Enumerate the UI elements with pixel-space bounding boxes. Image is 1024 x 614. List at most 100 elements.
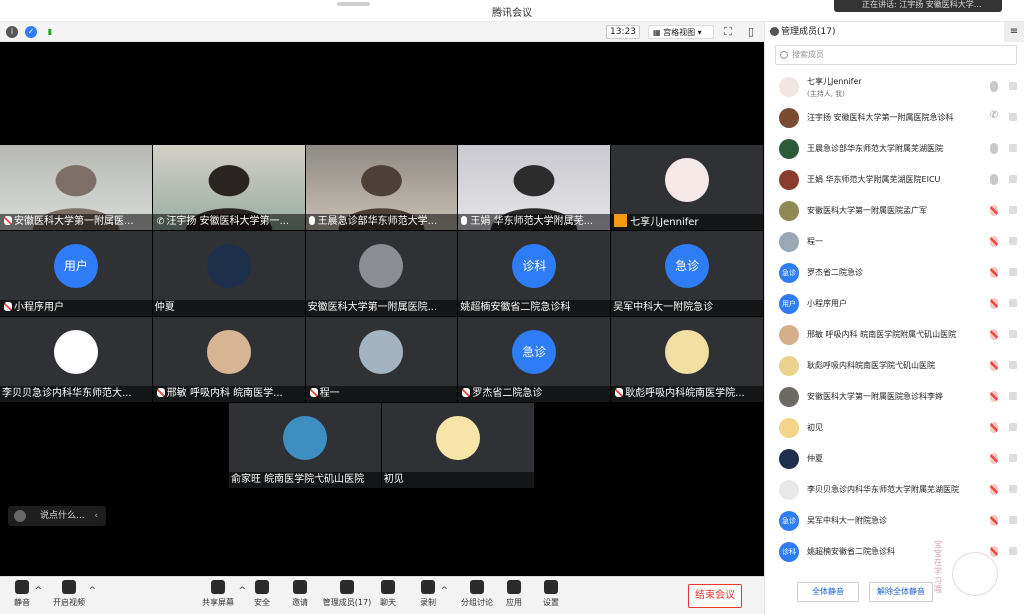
mute-all-button[interactable]: 全体静音	[797, 582, 859, 602]
member-row[interactable]: 仲夏	[765, 444, 1024, 474]
mic-muted-icon[interactable]	[990, 515, 998, 526]
mic-muted-icon[interactable]	[990, 453, 998, 464]
chevron-up-icon[interactable]: ^	[34, 586, 42, 596]
camera-icon[interactable]	[1009, 299, 1017, 307]
member-row[interactable]: 王晨急诊部华东师范大学附属芜湖医院	[765, 134, 1024, 164]
collapse-icon[interactable]: ‹	[94, 506, 98, 526]
member-row[interactable]: 用户 小程序用户	[765, 289, 1024, 319]
mic-muted-icon[interactable]	[990, 267, 998, 278]
member-row[interactable]: 耿彪呼吸内科皖南医学院弋矶山医院	[765, 351, 1024, 381]
chevron-up-icon[interactable]: ^	[88, 586, 96, 596]
mic-muted-icon[interactable]	[990, 360, 998, 371]
mute-button[interactable]: 静音 ^	[12, 580, 42, 608]
video-tile[interactable]: 耿彪呼吸内科皖南医学院...	[611, 317, 763, 402]
video-tile[interactable]: 李贝贝急诊内科华东师范大...	[0, 317, 152, 402]
mic-muted-icon[interactable]	[990, 236, 998, 247]
video-tile[interactable]: 程一	[305, 317, 458, 402]
member-row[interactable]: 安徽医科大学第一附属医院急诊科李婷	[765, 382, 1024, 412]
member-row[interactable]: 七享儿Jennifer (主持人, 我)	[765, 72, 1024, 102]
member-avatar	[779, 325, 799, 345]
end-meeting-button[interactable]: 结束会议	[688, 584, 742, 608]
signal-icon[interactable]: ▮	[44, 26, 56, 38]
video-tile[interactable]: ✆ 汪宇扬 安徽医科大学第一...	[152, 145, 305, 230]
member-row[interactable]: 急诊 吴军中科大一附院急诊	[765, 506, 1024, 536]
record-button[interactable]: 录制 ^	[418, 580, 448, 608]
video-tile[interactable]: 初见	[381, 403, 534, 488]
member-row[interactable]: 李贝贝急诊内科华东师范大学附属芜湖医院	[765, 475, 1024, 505]
mic-muted-icon[interactable]	[990, 391, 998, 402]
participant-avatar: 急诊	[665, 243, 710, 288]
sidebar-toggle-icon[interactable]: ▯	[745, 26, 757, 38]
video-tile[interactable]: 七享儿Jennifer	[611, 145, 763, 230]
member-row[interactable]: 程一	[765, 227, 1024, 257]
camera-icon[interactable]	[1009, 268, 1017, 276]
chat-button[interactable]: 聊天	[378, 580, 398, 608]
settings-button[interactable]: 设置	[541, 580, 561, 608]
camera-icon[interactable]	[1009, 206, 1017, 214]
mic-muted-icon[interactable]	[990, 329, 998, 340]
camera-icon[interactable]	[1009, 392, 1017, 400]
mic-icon[interactable]	[990, 143, 998, 154]
phone-icon[interactable]: ✆	[990, 110, 998, 121]
video-tile[interactable]: 急诊 罗杰省二院急诊	[458, 317, 611, 402]
video-tile[interactable]: 王娟 华东师范大学附属芜...	[458, 145, 611, 230]
info-icon[interactable]: i	[6, 26, 18, 38]
member-row[interactable]: 安徽医科大学第一附属医院孟广军	[765, 196, 1024, 226]
member-avatar: 急诊	[779, 263, 799, 283]
camera-icon[interactable]	[1009, 516, 1017, 524]
shield-icon[interactable]: ✓	[25, 26, 37, 38]
member-row[interactable]: 初见	[765, 413, 1024, 443]
mic-icon[interactable]	[990, 81, 998, 92]
member-row[interactable]: 急诊 罗杰省二院急诊	[765, 258, 1024, 288]
button-label: 共享屏幕	[202, 598, 234, 607]
participant-caption: 姚超楠安徽省二院急诊科	[458, 300, 611, 316]
mic-muted-icon[interactable]	[990, 205, 998, 216]
member-row[interactable]: 邢敏 呼吸内科 皖南医学院附属弋矶山医院	[765, 320, 1024, 350]
fullscreen-icon[interactable]: ⛶	[722, 26, 734, 38]
mute-icon	[15, 580, 29, 594]
camera-icon[interactable]	[1009, 237, 1017, 245]
camera-icon[interactable]	[1009, 454, 1017, 462]
member-row[interactable]: 汪宇扬 安徽医科大学第一附属医院急诊科 ✆	[765, 103, 1024, 133]
camera-icon[interactable]	[1009, 485, 1017, 493]
member-search-input[interactable]: 搜索成员	[775, 45, 1017, 65]
video-tile[interactable]: 王晨急诊部华东师范大学...	[305, 145, 458, 230]
camera-icon[interactable]	[1009, 175, 1017, 183]
mic-muted-icon[interactable]	[990, 298, 998, 309]
member-row[interactable]: 王娟 华东师范大学附属芜湖医院EICU	[765, 165, 1024, 195]
camera-icon[interactable]	[1009, 330, 1017, 338]
security-button[interactable]: 安全	[252, 580, 272, 608]
emoji-icon[interactable]	[14, 510, 26, 522]
video-tile[interactable]: 安徽医科大学第一附属医...	[0, 145, 152, 230]
mic-muted-icon[interactable]	[990, 422, 998, 433]
start-video-button[interactable]: 开启视频 ^	[52, 580, 96, 608]
view-mode-select[interactable]: ▦ 宫格视图 ▾	[648, 25, 714, 39]
camera-icon[interactable]	[1009, 113, 1017, 121]
chat-input-box[interactable]: 说点什么... ‹	[8, 506, 106, 526]
video-tile[interactable]: 诊科 姚超楠安徽省二院急诊科	[458, 231, 611, 316]
video-tile[interactable]: 俞家旺 皖南医学院弋矶山医院	[229, 403, 381, 488]
mic-muted-icon[interactable]	[990, 484, 998, 495]
invite-button[interactable]: 邀请	[288, 580, 312, 608]
camera-icon[interactable]	[1009, 144, 1017, 152]
manage-members-button[interactable]: 管理成员(17)	[322, 580, 372, 608]
participant-caption: 小程序用户	[0, 300, 152, 316]
apps-button[interactable]: 应用	[504, 580, 524, 608]
menu-icon[interactable]: ≡	[1004, 22, 1024, 42]
video-tile[interactable]: 安徽医科大学第一附属医院...	[305, 231, 458, 316]
video-tile[interactable]: 仲夏	[152, 231, 305, 316]
video-tile[interactable]: 邢敏 呼吸内科 皖南医学...	[152, 317, 305, 402]
camera-icon[interactable]	[1009, 423, 1017, 431]
mic-icon[interactable]	[990, 174, 998, 185]
camera-icon[interactable]	[1009, 361, 1017, 369]
video-tile[interactable]: 用户 小程序用户	[0, 231, 152, 316]
chevron-up-icon[interactable]: ^	[440, 586, 448, 596]
share-screen-button[interactable]: 共享屏幕 ^	[200, 580, 246, 608]
unmute-all-button[interactable]: 解除全体静音	[869, 582, 933, 602]
bear-icon	[952, 552, 998, 596]
video-tile[interactable]: 急诊 吴军中科大一附院急诊	[611, 231, 763, 316]
camera-icon[interactable]	[1009, 82, 1017, 90]
chevron-up-icon[interactable]: ^	[238, 586, 246, 596]
member-name: 耿彪呼吸内科皖南医学院弋矶山医院	[807, 361, 935, 370]
breakout-button[interactable]: 分组讨论	[460, 580, 494, 608]
